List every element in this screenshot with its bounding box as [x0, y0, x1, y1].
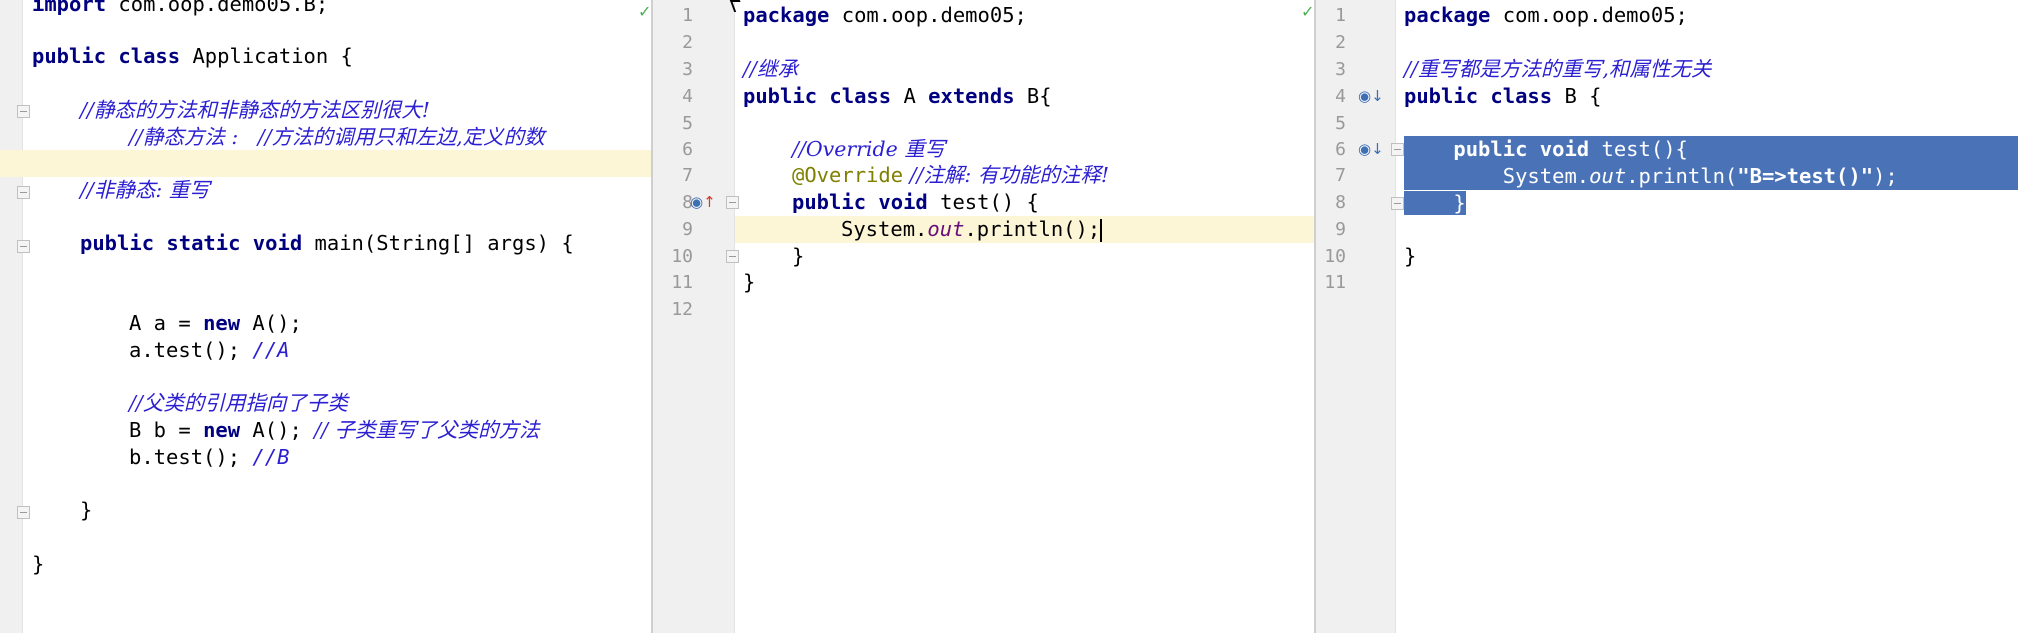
- code-line[interactable]: }: [32, 551, 651, 578]
- text-caret: [1100, 218, 1103, 242]
- code-line[interactable]: //继承: [743, 56, 1314, 83]
- code-line[interactable]: package com.oop.demo05;: [743, 2, 1314, 29]
- current-line-highlight: [0, 150, 651, 177]
- line-number: 7: [682, 165, 693, 186]
- line-number: 9: [1335, 219, 1346, 240]
- line-number: 7: [1335, 165, 1346, 186]
- code-line[interactable]: //重写都是方法的重写,和属性无关: [1404, 56, 2018, 83]
- code-line[interactable]: a.test(); //A: [129, 337, 651, 364]
- line-number: 9: [682, 219, 693, 240]
- line-number: 6: [682, 139, 693, 160]
- line-number: 2: [1335, 32, 1346, 53]
- code-line[interactable]: package com.oop.demo05;: [1404, 2, 2018, 29]
- line-number: 2: [682, 32, 693, 53]
- code-line-selected[interactable]: }: [1404, 190, 1466, 217]
- editor-pane-application[interactable]: ✓ import com.oop.demo05.B; public class …: [0, 0, 651, 633]
- override-up-icon[interactable]: ◉↑: [690, 193, 716, 211]
- line-number: 3: [1335, 59, 1346, 80]
- code-line[interactable]: public void test() {: [792, 189, 1314, 216]
- line-number: 4: [1335, 86, 1346, 107]
- implemented-down-icon[interactable]: ◉↓: [1358, 87, 1384, 105]
- line-number: 10: [1324, 246, 1346, 267]
- code-line[interactable]: }: [1404, 243, 2018, 270]
- code-line[interactable]: public class Application {: [32, 43, 651, 70]
- code-line[interactable]: //Override 重写: [792, 136, 1314, 163]
- line-number: 1: [682, 5, 693, 26]
- fold-icon[interactable]: [1391, 143, 1404, 156]
- code-line[interactable]: public class A extends B{: [743, 83, 1314, 110]
- fold-icon[interactable]: [17, 240, 30, 253]
- code-line[interactable]: }: [80, 497, 651, 524]
- line-number: 3: [682, 59, 693, 80]
- code-line[interactable]: @Override //注解: 有功能的注释!: [792, 162, 1314, 189]
- code-line[interactable]: }: [743, 269, 1314, 296]
- line-number: 4: [682, 86, 693, 107]
- editor-pane-a[interactable]: ✓ 1 2 3 4 5 6 7 8 9 10 11 12 ◉↑ package …: [653, 0, 1314, 633]
- code-line[interactable]: import com.oop.demo05.B;: [32, 0, 651, 18]
- line-number: 6: [1335, 139, 1346, 160]
- editor-pane-b[interactable]: 1 2 3 4 5 6 7 8 9 10 11 ◉↓ ◉↓ package co…: [1316, 0, 2018, 633]
- line-number: 8: [1335, 192, 1346, 213]
- fold-icon[interactable]: [726, 250, 739, 263]
- code-line[interactable]: public class B {: [1404, 83, 2018, 110]
- code-line-selected[interactable]: public void test(){: [1404, 136, 2018, 163]
- fold-icon[interactable]: [1391, 197, 1404, 210]
- line-number: 5: [682, 113, 693, 134]
- code-line[interactable]: //非静态: 重写: [80, 177, 651, 204]
- code-line[interactable]: B b = new A(); // 子类重写了父类的方法: [129, 417, 651, 444]
- line-number: 1: [1335, 5, 1346, 26]
- line-number: 8: [682, 192, 693, 213]
- line-number: 11: [1324, 272, 1346, 293]
- code-line[interactable]: //父类的引用指向了子类: [129, 390, 651, 417]
- line-number: 11: [671, 272, 693, 293]
- line-number: 10: [671, 246, 693, 267]
- line-number: 12: [671, 299, 693, 320]
- fold-icon[interactable]: [17, 506, 30, 519]
- implemented-down-icon[interactable]: ◉↓: [1358, 140, 1384, 158]
- line-number: 5: [1335, 113, 1346, 134]
- fold-icon[interactable]: [726, 196, 739, 209]
- gutter[interactable]: [0, 0, 23, 633]
- code-line[interactable]: //静态方法 : //方法的调用只和左边,定义的数: [129, 124, 651, 151]
- fold-icon[interactable]: [17, 105, 30, 118]
- code-line[interactable]: b.test(); //B: [129, 444, 651, 471]
- code-line[interactable]: public static void main(String[] args) {: [80, 230, 651, 257]
- fold-icon[interactable]: [17, 186, 30, 199]
- code-line-selected[interactable]: System.out.println("B=>test()");: [1404, 163, 2018, 190]
- code-line[interactable]: //静态的方法和非静态的方法区别很大!: [80, 97, 651, 124]
- code-line[interactable]: System.out.println();: [841, 216, 1314, 243]
- code-line[interactable]: A a = new A();: [129, 310, 651, 337]
- code-line[interactable]: }: [792, 243, 1314, 270]
